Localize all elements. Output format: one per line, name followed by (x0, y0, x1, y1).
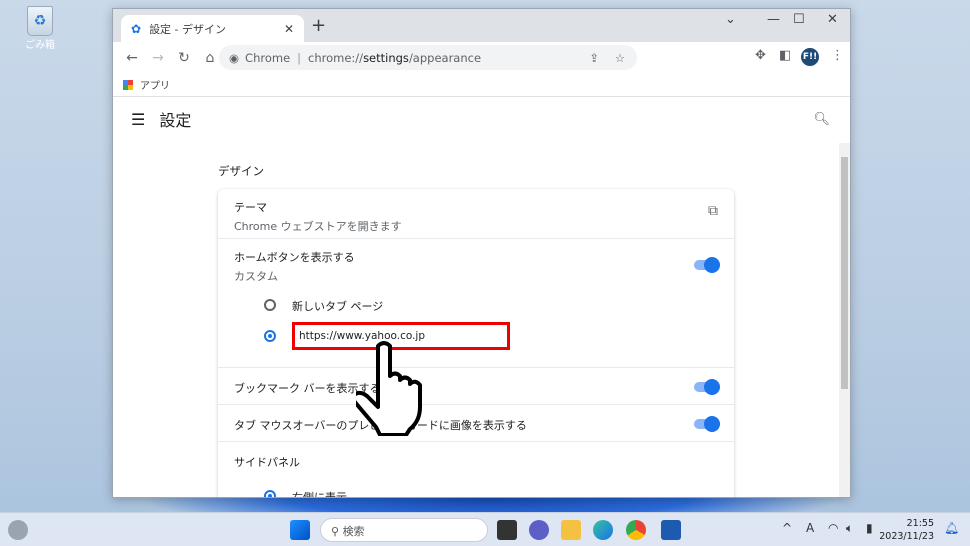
bookmark-bar-row: ブックマーク バーを表示する (218, 367, 734, 404)
chrome-window: ✿ 設定 - デザイン ✕ + ⌄ — ☐ ✕ ← → ↻ ⌂ ◉ Chrome… (112, 8, 851, 498)
recycle-bin-icon: ♻ (27, 6, 53, 36)
toolbar: ← → ↻ ⌂ ◉ Chrome | chrome://settings/app… (113, 42, 850, 73)
settings-header: ☰ 設定 🔍︎ (113, 97, 850, 141)
url-suffix: /appearance (408, 50, 482, 65)
external-link-icon[interactable]: ⧉ (708, 203, 718, 219)
wifi-icon[interactable]: ◠ (828, 521, 838, 535)
side-panel-icon[interactable]: ◧ (779, 48, 791, 63)
minimize-button[interactable]: — (767, 12, 780, 27)
search-icon[interactable]: 🔍︎ (813, 112, 830, 127)
bookmark-apps[interactable]: アプリ (140, 77, 170, 92)
bookmark-bar-toggle[interactable] (694, 379, 720, 395)
appearance-card: テーマ Chrome ウェブストアを開きます ⧉ ホームボタンを表示する カスタ… (218, 189, 734, 498)
tab-settings[interactable]: ✿ 設定 - デザイン ✕ (121, 15, 304, 42)
close-tab-icon[interactable]: ✕ (284, 22, 294, 36)
radio-new-tab[interactable] (264, 299, 276, 311)
taskbar: ⚲ 検索 ^ A ◠ 🔈︎ ▮ 21:55 2023/11/23 🔔︎ (0, 512, 970, 546)
url-prefix: chrome:// (308, 50, 364, 65)
radio-new-tab-label: 新しいタブ ページ (292, 300, 384, 313)
date: 2023/11/23 (879, 531, 934, 542)
clock[interactable]: 21:55 2023/11/23 (879, 517, 934, 543)
search-icon: ⚲ (331, 525, 343, 538)
recycle-bin[interactable]: ♻ ごみ箱 (22, 6, 58, 51)
taskbar-search[interactable]: ⚲ 検索 (320, 518, 488, 542)
radio-custom-url[interactable] (264, 330, 276, 342)
task-view-icon[interactable] (497, 520, 517, 540)
apps-icon (123, 79, 133, 90)
bookmarks-bar: アプリ (113, 73, 850, 97)
theme-sub: Chrome ウェブストアを開きます (234, 220, 402, 233)
home-button-toggle[interactable] (694, 257, 720, 273)
tab-hover-toggle[interactable] (694, 416, 720, 432)
search-placeholder: 検索 (342, 525, 365, 538)
chrome-icon: ◉ (229, 50, 240, 65)
site-chip: Chrome (245, 50, 291, 65)
address-bar[interactable]: ◉ Chrome | chrome://settings/appearance … (219, 45, 637, 70)
avatar[interactable]: F!! (801, 48, 819, 66)
page-title: 設定 (159, 111, 192, 130)
recycle-bin-label: ごみ箱 (25, 40, 55, 51)
radio-side-right[interactable] (264, 490, 276, 497)
share-icon[interactable]: ⇪ (589, 51, 599, 65)
reload-icon[interactable]: ↻ (171, 50, 197, 66)
side-panel-label: サイドパネル (234, 456, 300, 469)
gear-icon: ✿ (131, 21, 142, 36)
chrome-taskbar-icon[interactable] (626, 520, 646, 540)
home-button-sub: カスタム (234, 270, 278, 283)
forward-icon[interactable]: → (145, 50, 171, 66)
close-window-button[interactable]: ✕ (827, 12, 838, 27)
battery-icon[interactable]: ▮ (866, 521, 873, 535)
hamburger-icon[interactable]: ☰ (131, 110, 145, 129)
side-panel-row: サイドパネル 右側に表示 (218, 441, 734, 498)
star-icon[interactable]: ☆ (615, 51, 625, 65)
new-tab-button[interactable]: + (311, 15, 326, 36)
ime-indicator[interactable]: A (806, 521, 814, 535)
scrollbar[interactable] (839, 143, 850, 497)
store-icon[interactable] (661, 520, 681, 540)
radio-side-right-label: 右側に表示 (292, 491, 347, 498)
teams-icon[interactable] (529, 520, 549, 540)
notification-bell-icon[interactable]: 🔔︎ (944, 521, 959, 535)
back-icon[interactable]: ← (119, 50, 145, 66)
extensions-icon[interactable]: ✥ (755, 48, 766, 63)
url-bold: settings (363, 50, 409, 65)
file-explorer-icon[interactable] (561, 520, 581, 540)
volume-icon[interactable]: 🔈︎ (846, 521, 853, 536)
edge-icon[interactable] (593, 520, 613, 540)
theme-row[interactable]: テーマ Chrome ウェブストアを開きます ⧉ (218, 189, 734, 238)
theme-label: テーマ (234, 201, 267, 214)
chevron-up-icon[interactable]: ^ (782, 521, 792, 535)
tab-title: 設定 - デザイン (149, 22, 227, 36)
scrollbar-thumb[interactable] (841, 157, 848, 389)
hand-pointer-icon (356, 341, 422, 436)
maximize-button[interactable]: ☐ (793, 12, 805, 27)
menu-icon[interactable]: ⋮ (831, 48, 844, 63)
section-title: デザイン (218, 164, 264, 178)
divider: | (297, 50, 302, 65)
widgets-icon[interactable] (8, 520, 28, 540)
start-icon[interactable] (290, 520, 310, 540)
tab-search-icon[interactable]: ⌄ (725, 12, 736, 27)
home-button-label: ホームボタンを表示する (234, 251, 355, 264)
tab-hover-row: タブ マウスオーバーのプレビュー カードに画像を表示する (218, 404, 734, 441)
time: 21:55 (906, 518, 934, 529)
tab-strip: ✿ 設定 - デザイン ✕ + ⌄ — ☐ ✕ (113, 9, 850, 42)
